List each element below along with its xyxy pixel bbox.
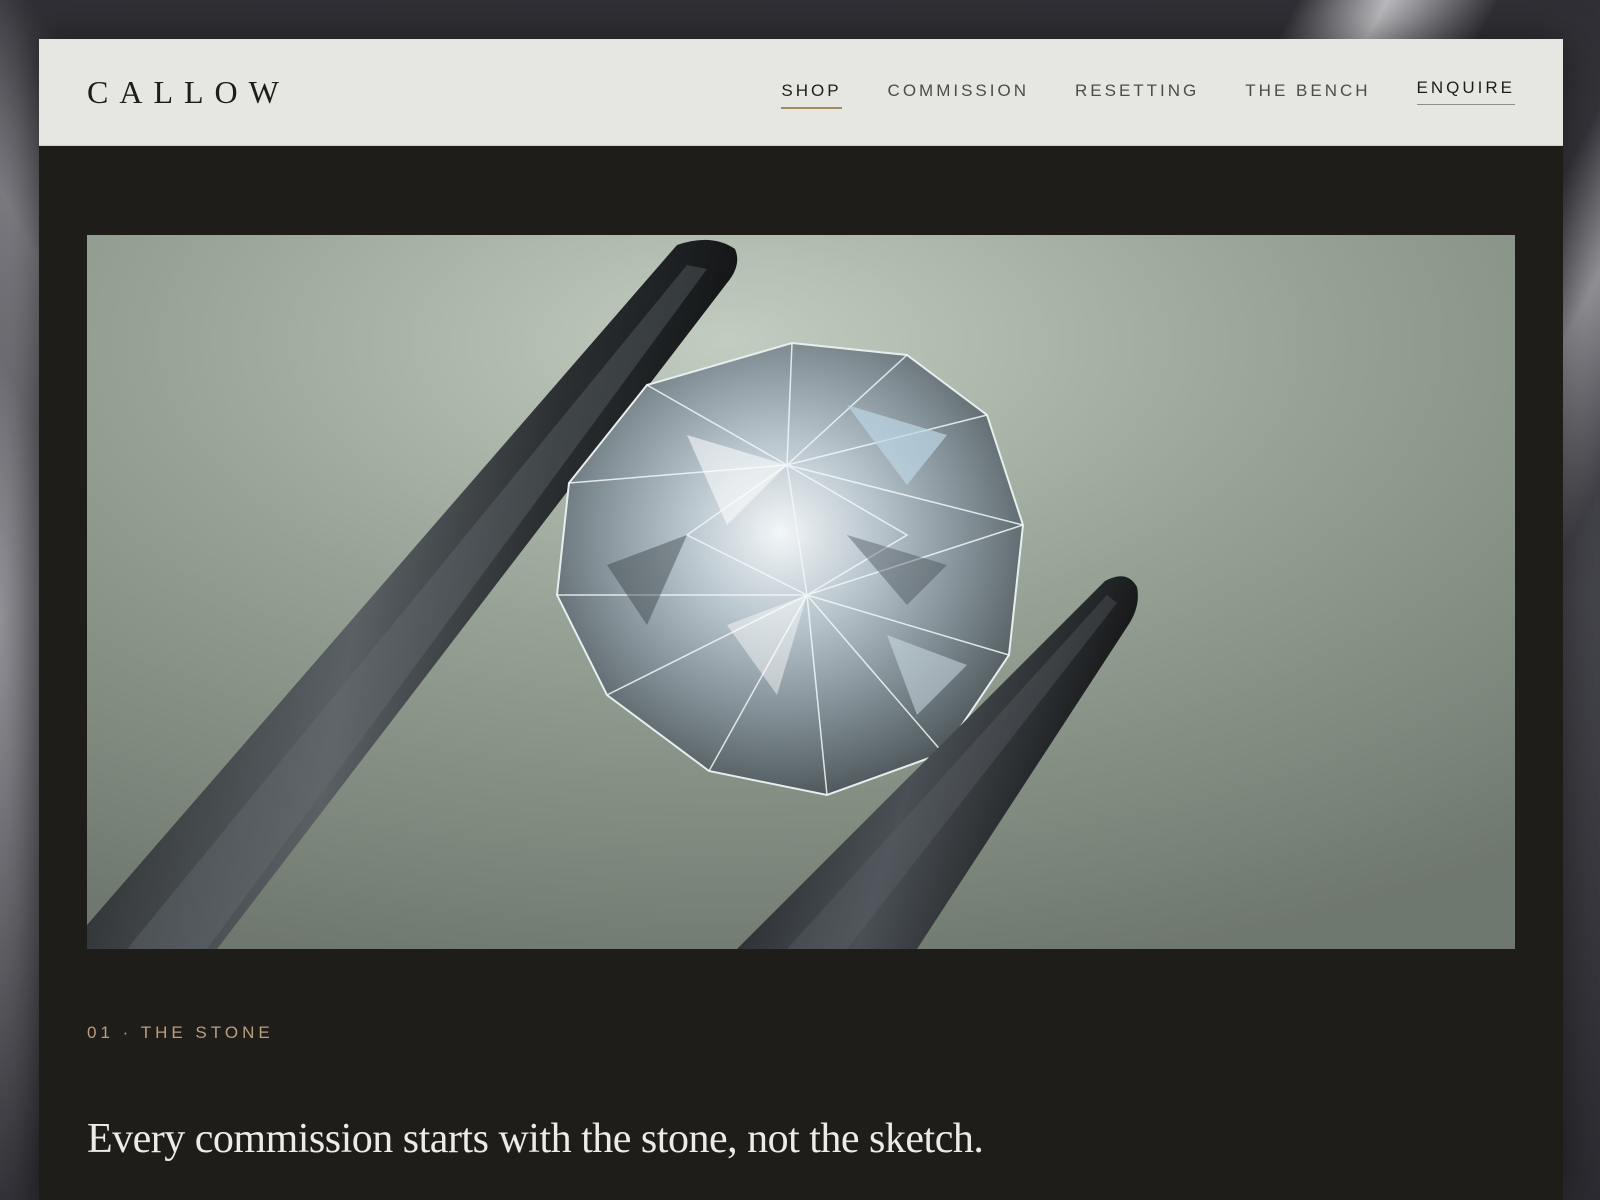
main-nav: SHOP COMMISSION RESETTING THE BENCH ENQU… (735, 76, 1515, 109)
diamond-in-tweezers-illustration (87, 235, 1515, 949)
enquire-link[interactable]: ENQUIRE (1416, 76, 1515, 105)
nav-item-the-bench[interactable]: THE BENCH (1245, 79, 1370, 107)
nav-item-resetting[interactable]: RESETTING (1075, 79, 1199, 107)
section-eyebrow: 01 · THE STONE (87, 1023, 274, 1042)
site-header: CALLOW SHOP COMMISSION RESETTING THE BEN… (39, 39, 1563, 146)
brand-logo[interactable]: CALLOW (87, 74, 290, 110)
nav-item-shop[interactable]: SHOP (781, 79, 842, 109)
hero-image (87, 235, 1515, 949)
browser-window: CALLOW SHOP COMMISSION RESETTING THE BEN… (39, 39, 1563, 1200)
section-headline: Every commission starts with the stone, … (87, 1116, 984, 1162)
nav-item-commission[interactable]: COMMISSION (888, 79, 1029, 107)
